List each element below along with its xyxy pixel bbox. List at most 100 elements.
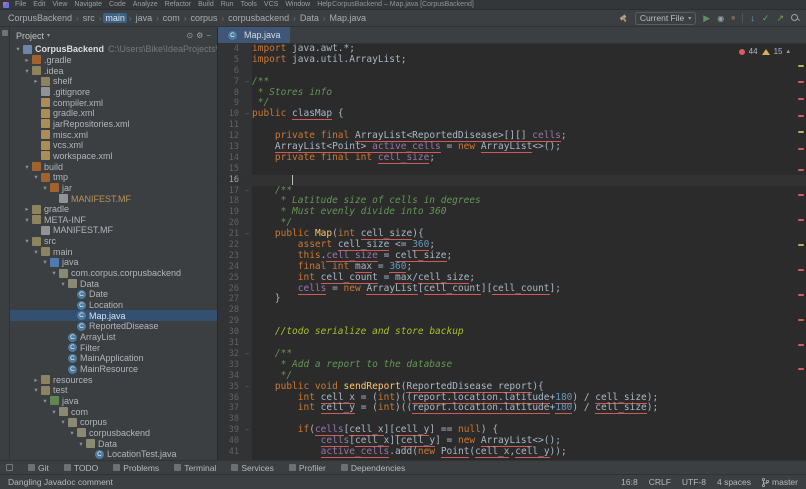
line-number[interactable]: 26 <box>218 284 242 295</box>
tool-window-button-services[interactable]: Services <box>231 463 274 473</box>
tree-item-idea[interactable]: ▾.idea <box>10 65 217 76</box>
tree-chevron-icon[interactable]: ▾ <box>23 67 31 75</box>
line-number[interactable]: 8 <box>218 88 242 99</box>
menu-item-code[interactable]: Code <box>109 1 126 8</box>
menu-item-edit[interactable]: Edit <box>33 1 45 8</box>
line-number[interactable]: 31 <box>218 338 242 349</box>
stop-icon[interactable]: ■ <box>731 14 735 23</box>
code-line[interactable]: 19 * Must evenly divide into 360 <box>218 207 806 218</box>
tool-window-switcher-icon[interactable] <box>6 464 13 471</box>
tree-item-com[interactable]: ▾com <box>10 406 217 417</box>
code-line[interactable]: 27 } <box>218 294 806 305</box>
git-branch-widget[interactable]: master <box>762 477 798 487</box>
line-number[interactable]: 20 <box>218 218 242 229</box>
tree-chevron-icon[interactable]: ▾ <box>41 258 49 266</box>
code-line[interactable]: 8 * Stores info <box>218 88 806 99</box>
tree-chevron-icon[interactable]: ▾ <box>68 429 76 437</box>
line-number[interactable]: 33 <box>218 360 242 371</box>
tree-item-manifest-mf[interactable]: MANIFEST.MF <box>10 225 217 236</box>
tree-chevron-icon[interactable]: ▾ <box>23 237 31 245</box>
line-number[interactable]: 39 <box>218 425 242 436</box>
tree-chevron-icon[interactable]: ▾ <box>50 269 58 277</box>
tree-item-src[interactable]: ▾src <box>10 236 217 247</box>
tree-item-build[interactable]: ▾build <box>10 161 217 172</box>
tree-chevron-icon[interactable]: ▾ <box>32 173 40 181</box>
tree-item-corpusbackend[interactable]: ▾CorpusBackendC:\Users\Bike\IdeaProjects… <box>10 44 217 55</box>
breadcrumb-item-corpusbackend[interactable]: corpusbackend <box>226 13 291 23</box>
inspections-widget[interactable]: 44 15 ▴ <box>739 47 790 58</box>
tree-item-corpus[interactable]: ▾corpus <box>10 417 217 428</box>
line-number[interactable]: 40 <box>218 436 242 447</box>
tool-window-button-problems[interactable]: Problems <box>113 463 159 473</box>
code-line[interactable]: 33 * Add a report to the database <box>218 360 806 371</box>
tree-item-test[interactable]: ▾test <box>10 385 217 396</box>
tree-item-vcs-xml[interactable]: vcs.xml <box>10 140 217 151</box>
breadcrumb-item-map-java[interactable]: Map.java <box>328 13 369 23</box>
line-number[interactable]: 34 <box>218 371 242 382</box>
code-line[interactable]: 28 <box>218 305 806 316</box>
line-number[interactable]: 22 <box>218 240 242 251</box>
code-line[interactable]: 15 <box>218 164 806 175</box>
line-number[interactable]: 19 <box>218 207 242 218</box>
line-number[interactable]: 38 <box>218 414 242 425</box>
tree-chevron-icon[interactable]: ▾ <box>23 216 31 224</box>
menu-item-help[interactable]: Help <box>317 1 331 8</box>
fold-marker[interactable]: − <box>242 186 252 197</box>
gear-icon[interactable]: ⚙ <box>196 32 203 40</box>
tree-item-tmp[interactable]: ▾tmp <box>10 172 217 183</box>
code-line[interactable]: 16 <box>218 175 806 186</box>
line-number[interactable]: 6 <box>218 66 242 77</box>
project-panel-title[interactable]: Project <box>16 31 44 41</box>
tree-item-compiler-xml[interactable]: compiler.xml <box>10 97 217 108</box>
menu-item-build[interactable]: Build <box>198 1 214 8</box>
line-number[interactable]: 10 <box>218 109 242 120</box>
tree-chevron-icon[interactable]: ▾ <box>23 163 31 171</box>
breadcrumb-item-corpus[interactable]: corpus <box>188 13 219 23</box>
line-number[interactable]: 24 <box>218 262 242 273</box>
fold-marker[interactable]: − <box>242 382 252 393</box>
tree-chevron-icon[interactable]: ▾ <box>14 45 22 53</box>
tree-item-corpusbackend[interactable]: ▾corpusbackend <box>10 428 217 439</box>
line-number[interactable]: 4 <box>218 44 242 55</box>
line-number[interactable]: 21 <box>218 229 242 240</box>
code-line[interactable]: 25 int cell_count = max/cell_size; <box>218 273 806 284</box>
breadcrumb-item-com[interactable]: com <box>161 13 182 23</box>
file-encoding[interactable]: UTF-8 <box>682 477 706 487</box>
menu-item-file[interactable]: File <box>15 1 26 8</box>
code-line[interactable]: 10−public clasMap { <box>218 109 806 120</box>
tree-chevron-icon[interactable]: ▾ <box>32 386 40 394</box>
line-number[interactable]: 12 <box>218 131 242 142</box>
error-stripe[interactable] <box>796 44 806 460</box>
menu-item-refactor[interactable]: Refactor <box>165 1 191 8</box>
project-stripe-icon[interactable] <box>2 30 8 36</box>
tree-chevron-icon[interactable]: ▾ <box>77 440 85 448</box>
inspections-chevron-icon[interactable]: ▴ <box>786 47 790 58</box>
breadcrumb-item-data[interactable]: Data <box>298 13 321 23</box>
line-number[interactable]: 30 <box>218 327 242 338</box>
search-icon[interactable] <box>791 14 800 23</box>
menu-item-view[interactable]: View <box>52 1 67 8</box>
line-number[interactable]: 7 <box>218 77 242 88</box>
line-number[interactable]: 25 <box>218 273 242 284</box>
fold-marker[interactable]: − <box>242 349 252 360</box>
line-number[interactable]: 15 <box>218 164 242 175</box>
line-number[interactable]: 27 <box>218 294 242 305</box>
tree-item-shelf[interactable]: ▸shelf <box>10 76 217 87</box>
line-separator[interactable]: CRLF <box>649 477 671 487</box>
code-line[interactable]: 26 cells = new ArrayList[cell_count][cel… <box>218 284 806 295</box>
tree-chevron-icon[interactable]: ▾ <box>50 408 58 416</box>
fold-marker[interactable]: − <box>242 109 252 120</box>
breadcrumb-item-main[interactable]: main <box>103 13 127 23</box>
tree-chevron-icon[interactable]: ▸ <box>23 56 31 64</box>
tool-window-button-git[interactable]: Git <box>28 463 49 473</box>
line-number[interactable]: 14 <box>218 153 242 164</box>
tree-item-locationtest-java[interactable]: LocationTest.java <box>10 449 217 460</box>
tree-item-jarrepositories-xml[interactable]: jarRepositories.xml <box>10 119 217 130</box>
tree-chevron-icon[interactable]: ▾ <box>41 397 49 405</box>
breadcrumb-item-corpusbackend[interactable]: CorpusBackend <box>6 13 74 23</box>
tool-window-button-profiler[interactable]: Profiler <box>289 463 326 473</box>
line-number[interactable]: 36 <box>218 393 242 404</box>
tree-item-data[interactable]: ▾Data <box>10 278 217 289</box>
tree-item-misc-xml[interactable]: misc.xml <box>10 129 217 140</box>
chevron-down-icon[interactable]: ▾ <box>47 32 50 39</box>
